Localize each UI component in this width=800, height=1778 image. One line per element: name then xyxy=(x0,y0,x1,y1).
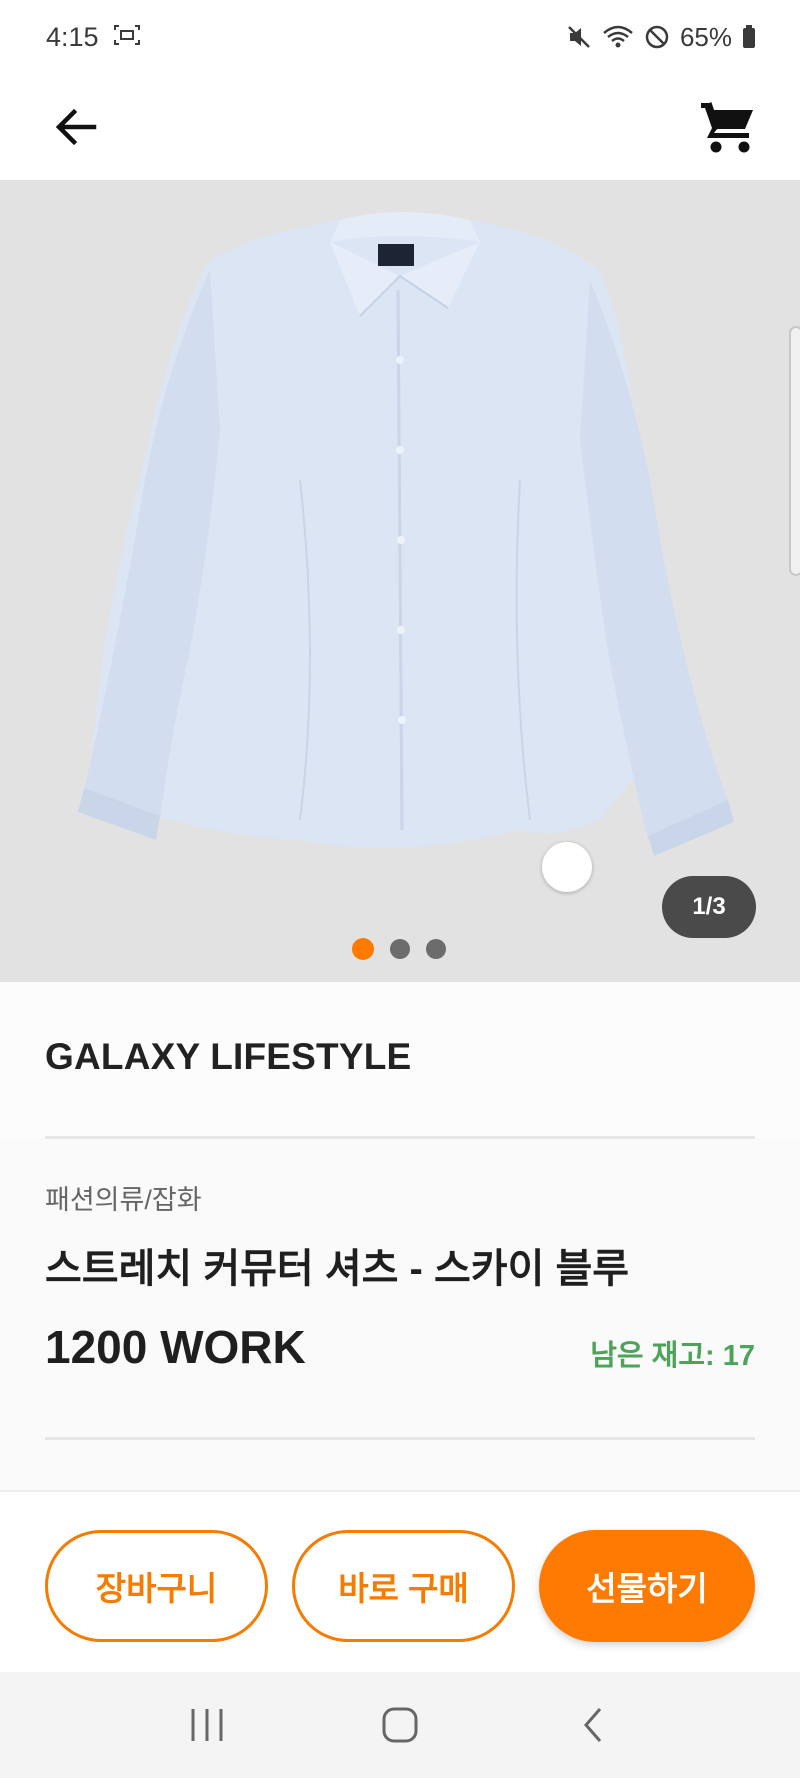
product-image-gallery[interactable]: 1/3 xyxy=(0,180,800,982)
brand-section: GALAXY LIFESTYLE xyxy=(0,982,800,1138)
divider xyxy=(45,1437,755,1440)
image-zoom-indicator[interactable] xyxy=(542,842,592,892)
status-time: 4:15 xyxy=(46,21,99,52)
recent-apps-icon[interactable] xyxy=(167,1685,247,1765)
buy-now-button[interactable]: 바로 구매 xyxy=(292,1530,515,1642)
pagination-dot-2[interactable] xyxy=(390,939,410,959)
screen-capture-icon xyxy=(113,22,141,53)
battery-icon xyxy=(742,25,756,49)
add-to-cart-button[interactable]: 장바구니 xyxy=(45,1530,268,1642)
image-pagination-dots xyxy=(352,938,446,960)
product-title: 스트레치 커뮤터 셔츠 - 스카이 블루 xyxy=(45,1247,630,1291)
pagination-dot-3[interactable] xyxy=(426,939,446,959)
status-bar: 4:15 65% xyxy=(0,0,800,74)
home-icon[interactable] xyxy=(360,1685,440,1765)
image-page-counter: 1/3 xyxy=(662,876,756,938)
divider xyxy=(45,1136,755,1139)
product-category: 패션의류/잡화 xyxy=(45,1185,202,1215)
product-image-shirt xyxy=(78,212,734,856)
scroll-handle[interactable] xyxy=(789,326,800,576)
pagination-dot-1[interactable] xyxy=(352,938,374,960)
cart-icon[interactable] xyxy=(696,95,760,159)
app-bar xyxy=(0,74,800,180)
back-arrow-icon[interactable] xyxy=(44,95,108,159)
action-bar: 장바구니 바로 구매 선물하기 xyxy=(0,1490,800,1672)
system-nav-bar xyxy=(0,1672,800,1778)
product-price: 1200 WORK xyxy=(45,1321,306,1373)
back-icon[interactable] xyxy=(553,1685,633,1765)
stock-remaining: 남은 재고: 17 xyxy=(590,1340,755,1372)
battery-percent: 65% xyxy=(679,21,732,52)
wifi-icon xyxy=(602,24,634,50)
product-detail-screen: 4:15 65% 1/3 GALAXY LIFESTYLE 패션의류/잡화 스트… xyxy=(0,0,800,1778)
mute-icon xyxy=(566,24,592,50)
brand-name: GALAXY LIFESTYLE xyxy=(45,1036,412,1077)
gift-button[interactable]: 선물하기 xyxy=(539,1530,755,1642)
do-not-disturb-icon xyxy=(644,24,670,50)
